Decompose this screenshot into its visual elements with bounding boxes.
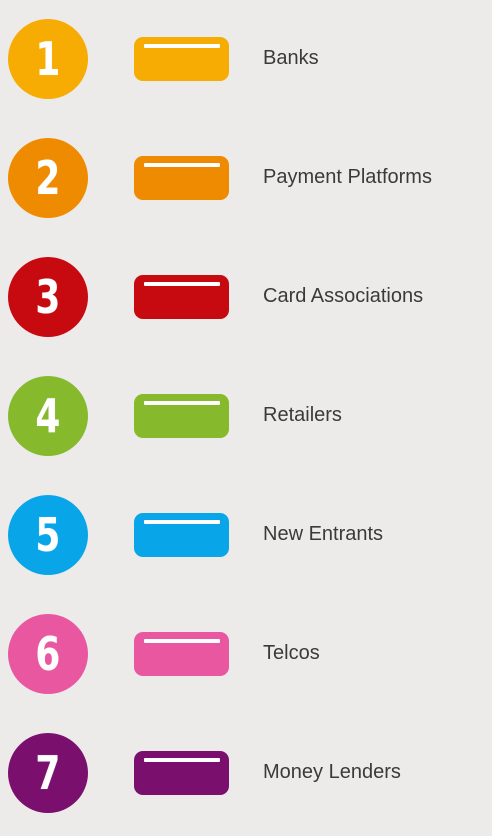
credit-card-icon	[134, 275, 229, 319]
credit-card-icon	[134, 156, 229, 200]
card-stripe	[144, 282, 220, 286]
number-badge-icon: 5	[8, 495, 88, 575]
badge-number: 5	[35, 508, 61, 562]
badge-number: 7	[35, 746, 61, 800]
credit-card-icon	[134, 751, 229, 795]
credit-card-icon	[134, 394, 229, 438]
list-item: 3 Card Associations	[0, 241, 492, 360]
credit-card-icon	[134, 632, 229, 676]
list-item: 5 New Entrants	[0, 479, 492, 598]
number-badge-icon: 1	[8, 19, 88, 99]
number-badge-icon: 6	[8, 614, 88, 694]
card-stripe	[144, 639, 220, 643]
participant-list: 1 Banks 2 Payment Platforms 3 Card Assoc…	[0, 3, 492, 836]
badge-number: 3	[35, 270, 61, 324]
badge-number: 1	[35, 32, 61, 86]
card-stripe	[144, 163, 220, 167]
item-label: Retailers	[263, 404, 342, 426]
number-badge-icon: 7	[8, 733, 88, 813]
credit-card-icon	[134, 513, 229, 557]
badge-number: 6	[35, 627, 61, 681]
item-label: Payment Platforms	[263, 166, 432, 188]
number-badge-icon: 3	[8, 257, 88, 337]
item-label: Telcos	[263, 642, 320, 664]
card-stripe	[144, 758, 220, 762]
card-stripe	[144, 401, 220, 405]
card-stripe	[144, 520, 220, 524]
badge-number: 2	[35, 151, 61, 205]
list-item: 2 Payment Platforms	[0, 122, 492, 241]
list-item: 6 Telcos	[0, 598, 492, 717]
badge-number: 4	[35, 389, 61, 443]
number-badge-icon: 2	[8, 138, 88, 218]
item-label: Banks	[263, 47, 319, 69]
list-item: 7 Money Lenders	[0, 717, 492, 836]
item-label: Card Associations	[263, 285, 424, 307]
list-item: 4 Retailers	[0, 360, 492, 479]
item-label: Money Lenders	[263, 761, 401, 783]
item-label: New Entrants	[263, 523, 384, 545]
credit-card-icon	[134, 37, 229, 81]
number-badge-icon: 4	[8, 376, 88, 456]
list-item: 1 Banks	[0, 3, 492, 122]
card-stripe	[144, 44, 220, 48]
